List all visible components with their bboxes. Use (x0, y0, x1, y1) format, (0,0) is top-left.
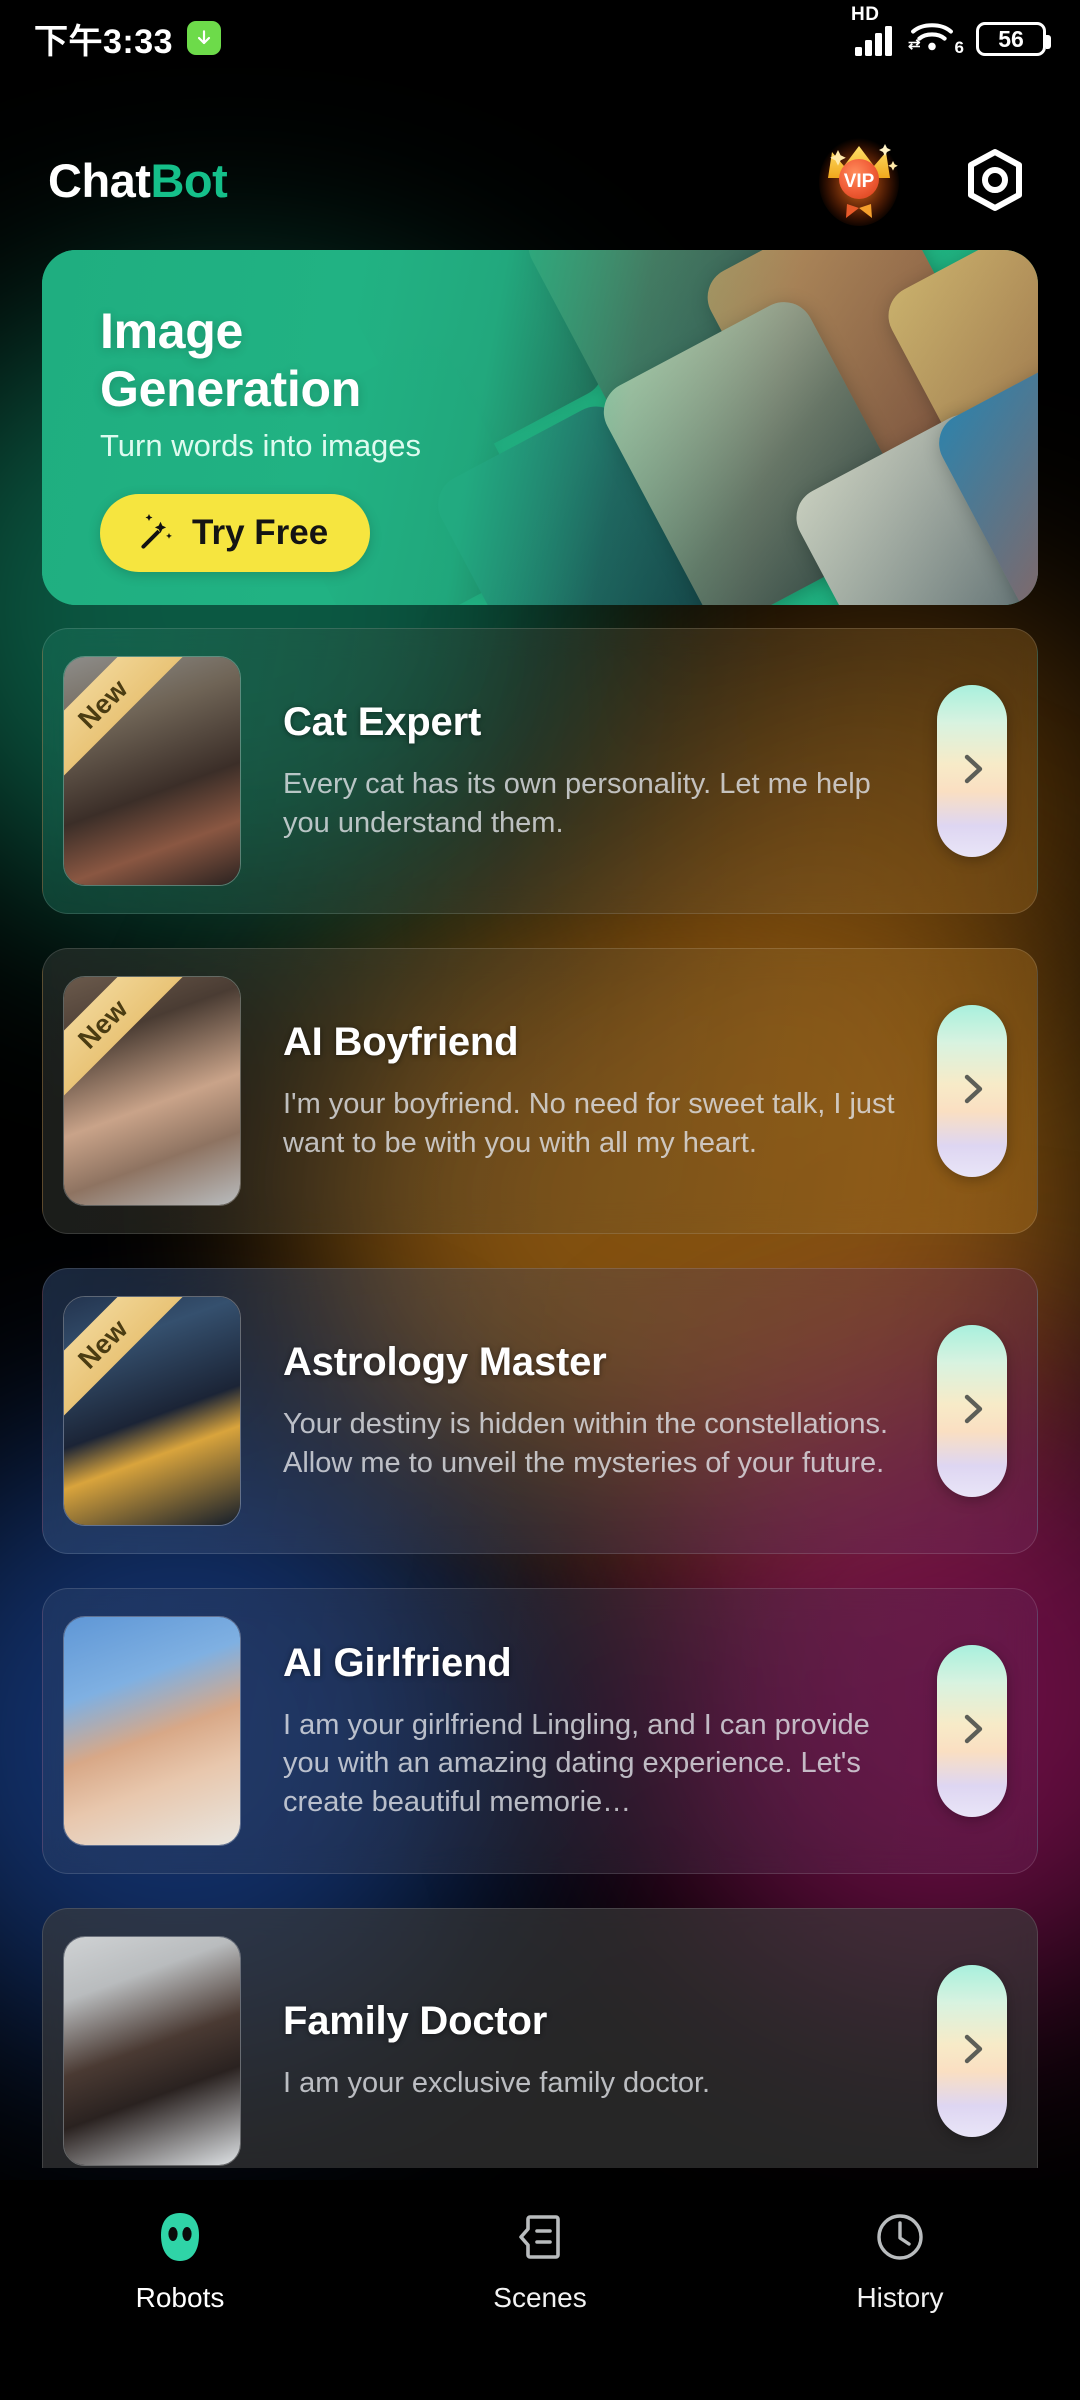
app-header: ChatBot VIP (0, 128, 1080, 232)
bot-card-list[interactable]: New Cat Expert Every cat has its own per… (0, 628, 1080, 2168)
chevron-right-icon (955, 1712, 989, 1751)
nav-label-scenes: Scenes (493, 2282, 587, 2313)
chevron-right-icon (955, 752, 989, 791)
bot-card-cat-expert[interactable]: New Cat Expert Every cat has its own per… (42, 628, 1038, 914)
banner-title-line1: Image (100, 303, 244, 359)
banner-title: Image Generation (100, 302, 421, 418)
battery-indicator: 56 (976, 22, 1051, 56)
nav-label-robots: Robots (135, 2282, 225, 2313)
wifi-generation-label: 6 (954, 38, 964, 57)
wifi-icon: ⇄ 6 (908, 20, 964, 57)
avatar: New (63, 656, 241, 886)
status-bar: 下午3:33 HD ⇄ 6 56 (0, 0, 1080, 76)
open-bot-button[interactable] (937, 1645, 1007, 1817)
download-arrow-icon (187, 21, 222, 55)
app-title-part2: Bot (150, 153, 228, 207)
bot-name: Family Doctor (283, 1999, 548, 2044)
status-bar-right: HD ⇄ 6 56 (851, 4, 1051, 57)
wifi-slash-marker: ⇄ (908, 36, 921, 53)
try-free-label: Try Free (192, 513, 329, 552)
bot-description: Your destiny is hidden within the conste… (283, 1408, 889, 1479)
image-generation-banner[interactable]: Image Generation Turn words into images … (42, 250, 1038, 605)
open-bot-button[interactable] (937, 1965, 1007, 2137)
battery-percent: 56 (998, 25, 1024, 52)
avatar: New (63, 1296, 241, 1526)
bot-description: Every cat has its own personality. Let m… (283, 768, 871, 839)
bot-card-ai-boyfriend[interactable]: New AI Boyfriend I'm your boyfriend. No … (42, 948, 1038, 1234)
avatar (63, 1936, 241, 2166)
nav-label-history: History (856, 2282, 944, 2313)
bot-name: AI Boyfriend (283, 1020, 519, 1065)
bot-card-body: AI Boyfriend I'm your boyfriend. No need… (241, 1020, 937, 1162)
bot-card-family-doctor[interactable]: Family Doctor I am your exclusive family… (42, 1908, 1038, 2168)
status-time: 下午3:33 (34, 22, 174, 61)
bot-card-body: AI Girlfriend I am your girlfriend Lingl… (241, 1641, 937, 1821)
magic-wand-icon (136, 511, 176, 556)
avatar: New (63, 976, 241, 1206)
robot-face-icon (151, 2208, 209, 2266)
bot-card-astrology-master[interactable]: New Astrology Master Your destiny is hid… (42, 1268, 1038, 1554)
bot-name: Cat Expert (283, 700, 482, 745)
bot-card-body: Cat Expert Every cat has its own persona… (241, 700, 937, 842)
clock-icon (871, 2208, 929, 2266)
bot-card-ai-girlfriend[interactable]: AI Girlfriend I am your girlfriend Lingl… (42, 1588, 1038, 1874)
open-bot-button[interactable] (937, 1005, 1007, 1177)
bot-card-body: Astrology Master Your destiny is hidden … (241, 1340, 937, 1482)
chevron-right-icon (955, 1392, 989, 1431)
bot-description: I'm your boyfriend. No need for sweet ta… (283, 1088, 895, 1159)
bot-name: AI Girlfriend (283, 1641, 512, 1686)
banner-title-line2: Generation (100, 361, 361, 417)
bot-description: I am your exclusive family doctor. (283, 2067, 711, 2100)
settings-hex-icon[interactable] (958, 143, 1032, 217)
chevron-right-icon (955, 1072, 989, 1111)
bot-card-body: Family Doctor I am your exclusive family… (241, 1999, 937, 2102)
banner-subtitle: Turn words into images (100, 428, 422, 463)
try-free-button[interactable]: Try Free (100, 494, 371, 572)
bottom-navigation: Robots Scenes History (0, 2180, 1080, 2400)
open-bot-button[interactable] (937, 1325, 1007, 1497)
nav-item-scenes[interactable]: Scenes (360, 2208, 720, 2314)
header-actions: VIP (816, 134, 1032, 226)
app-screen: 下午3:33 HD ⇄ 6 56 ChatBot VIP Image Gener… (0, 0, 1080, 2400)
hd-label: HD (851, 4, 880, 25)
app-title-part1: Chat (48, 153, 151, 207)
bot-name: Astrology Master (283, 1340, 607, 1385)
svg-text:VIP: VIP (844, 171, 875, 192)
status-bar-left: 下午3:33 (34, 14, 222, 63)
avatar (63, 1616, 241, 1846)
chevron-right-icon (955, 2032, 989, 2071)
vip-crown-badge-icon[interactable]: VIP (816, 134, 902, 226)
bot-description: I am your girlfriend Lingling, and I can… (283, 1709, 870, 1818)
app-title: ChatBot (48, 153, 228, 208)
open-bot-button[interactable] (937, 685, 1007, 857)
scenes-list-icon (511, 2208, 569, 2266)
banner-content: Image Generation Turn words into images … (100, 302, 421, 572)
nav-item-history[interactable]: History (720, 2208, 1080, 2314)
nav-item-robots[interactable]: Robots (0, 2208, 360, 2314)
cellular-signal-icon: HD (851, 4, 892, 56)
